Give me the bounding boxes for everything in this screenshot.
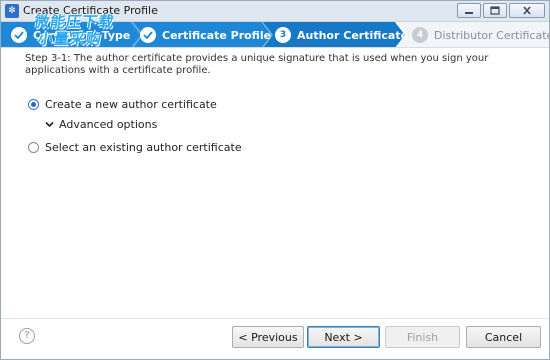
create-certificate-profile-dialog: ✻ Create Certificate Profile Certificate… — [0, 0, 550, 360]
step-number: 4 — [412, 27, 428, 43]
radio-button-selected[interactable] — [28, 99, 39, 110]
check-icon — [11, 27, 27, 43]
previous-button[interactable]: < Previous — [232, 326, 304, 348]
advanced-options-toggle[interactable]: Advanced options — [45, 118, 157, 131]
step-certificate-profile: Certificate Profile — [140, 22, 272, 47]
watermark-line: 小量采购 — [36, 30, 104, 48]
next-button[interactable]: Next > — [307, 326, 380, 348]
minimize-icon — [465, 11, 473, 14]
minimize-button[interactable] — [457, 3, 481, 18]
step-author-certificate: 3 Author Certificate — [275, 22, 409, 47]
step-label: Author Certificate — [297, 28, 409, 42]
footer-divider — [1, 318, 549, 319]
step-description: Step 3-1: The author certificate provide… — [25, 53, 489, 76]
finish-button[interactable]: Finish — [385, 326, 460, 348]
step-number: 3 — [275, 27, 291, 43]
step-label: Distributor Certificate — [434, 28, 549, 42]
option-label: Create a new author certificate — [45, 98, 217, 111]
tizen-app-icon: ✻ — [5, 4, 19, 18]
option-label: Select an existing author certificate — [45, 141, 242, 154]
help-icon[interactable]: ? — [19, 328, 35, 344]
chevron-down-icon — [45, 121, 54, 128]
check-icon — [140, 27, 156, 43]
window-controls — [457, 3, 545, 18]
step-label: Certificate Profile — [162, 28, 272, 42]
maximize-button[interactable] — [483, 3, 507, 18]
radio-button-unselected[interactable] — [28, 142, 39, 153]
watermark-overlay: 微能压下载 小量采购 — [31, 13, 116, 48]
watermark-line: 微能压下载 — [33, 13, 116, 31]
close-icon — [523, 6, 531, 15]
select-existing-author-certificate-option[interactable]: Select an existing author certificate — [28, 141, 242, 154]
create-new-author-certificate-option[interactable]: Create a new author certificate — [28, 98, 217, 111]
close-button[interactable] — [509, 3, 545, 18]
cancel-button[interactable]: Cancel — [466, 326, 541, 348]
maximize-icon — [490, 6, 500, 15]
step-distributor-certificate: 4 Distributor Certificate — [412, 22, 549, 47]
advanced-options-label: Advanced options — [59, 118, 158, 131]
